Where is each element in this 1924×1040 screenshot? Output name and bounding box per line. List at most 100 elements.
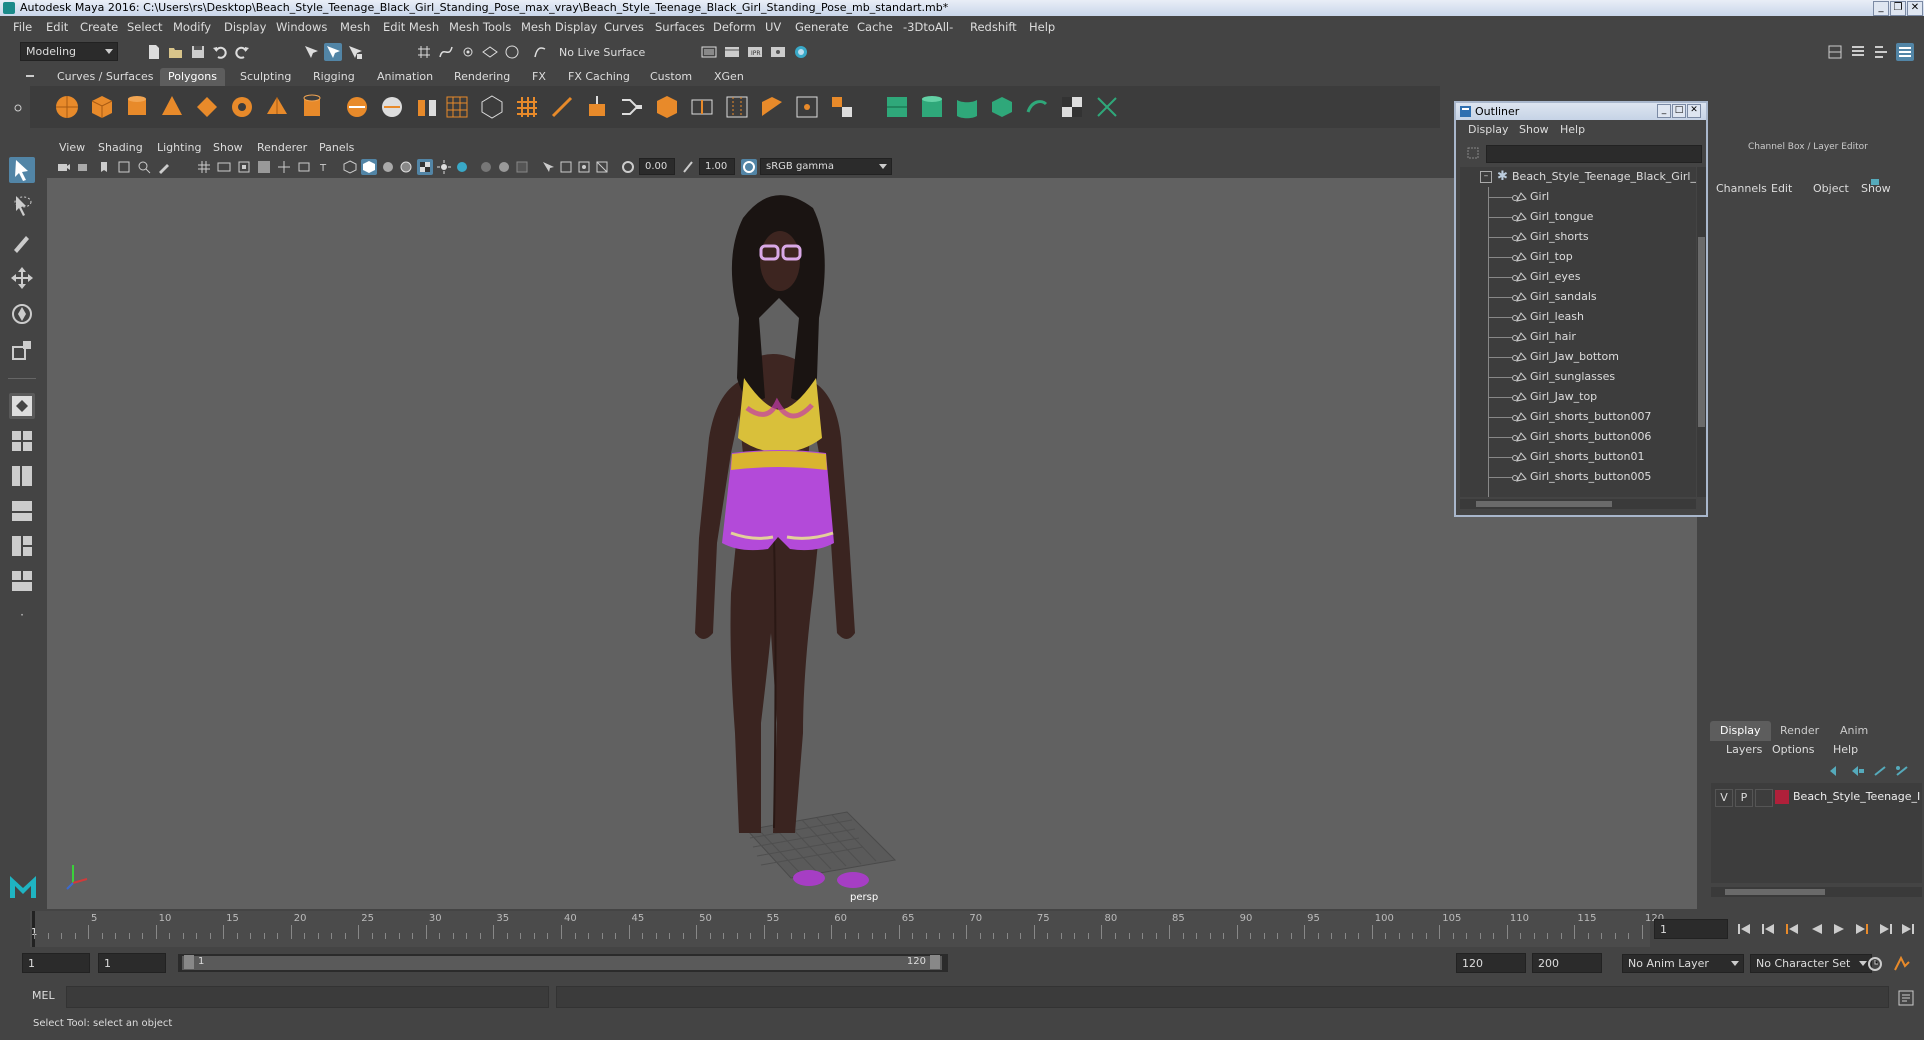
save-scene-icon[interactable] bbox=[189, 43, 207, 61]
play-backwards-icon[interactable] bbox=[1812, 924, 1822, 934]
channel-menu-object[interactable]: Object bbox=[1813, 182, 1849, 195]
layer-move-up-icon[interactable] bbox=[1828, 764, 1844, 778]
select-hierarchy-icon[interactable] bbox=[302, 43, 320, 61]
outliner-item[interactable]: Girl_shorts_button006 bbox=[1460, 427, 1696, 447]
menu-redshift[interactable]: Redshift bbox=[970, 20, 1017, 34]
auto-key-icon[interactable] bbox=[1867, 956, 1883, 972]
outliner-filter-icon[interactable] bbox=[1466, 146, 1480, 160]
snap-live-icon[interactable] bbox=[503, 43, 521, 61]
menu-edit-mesh[interactable]: Edit Mesh bbox=[383, 20, 439, 34]
layer-tab-anim[interactable]: Anim bbox=[1830, 721, 1878, 741]
poly-torus-icon[interactable] bbox=[229, 94, 255, 120]
uv-planar-icon[interactable] bbox=[884, 94, 910, 120]
animation-preferences-icon[interactable] bbox=[1893, 956, 1911, 972]
outliner-maximize-button[interactable]: □ bbox=[1672, 104, 1686, 118]
outliner-item[interactable]: Girl_leash bbox=[1460, 307, 1696, 327]
exposure-field[interactable]: 0.00 bbox=[639, 158, 675, 175]
menu-select[interactable]: Select bbox=[127, 20, 162, 34]
step-forward-icon[interactable] bbox=[1856, 924, 1868, 934]
restore-button[interactable]: ❐ bbox=[1890, 1, 1906, 16]
outliner-vertical-scrollbar[interactable] bbox=[1697, 167, 1706, 497]
outliner-close-button[interactable]: ✕ bbox=[1687, 104, 1701, 118]
layout-more-icon[interactable]: · bbox=[8, 608, 36, 626]
scrollbar-thumb[interactable] bbox=[1476, 501, 1612, 507]
tab-xgen[interactable]: XGen bbox=[706, 68, 752, 86]
outliner-item[interactable]: Girl_shorts bbox=[1460, 227, 1696, 247]
outliner-item[interactable]: Girl_shorts_button007 bbox=[1460, 407, 1696, 427]
channel-menu-show[interactable]: Show bbox=[1861, 182, 1891, 195]
animation-end-field[interactable]: 200 bbox=[1532, 953, 1602, 973]
menu-mesh-tools[interactable]: Mesh Tools bbox=[449, 20, 511, 34]
go-to-end-icon[interactable] bbox=[1902, 924, 1914, 934]
use-all-lights-icon[interactable] bbox=[437, 160, 451, 174]
poly-sphere-icon[interactable] bbox=[54, 94, 80, 120]
select-tool-icon[interactable] bbox=[9, 157, 35, 183]
outliner-menu-display[interactable]: Display bbox=[1468, 123, 1509, 136]
outliner-item[interactable]: Girl_hair bbox=[1460, 327, 1696, 347]
current-frame-field[interactable]: 1 bbox=[1654, 919, 1728, 939]
tab-animation[interactable]: Animation bbox=[369, 68, 441, 86]
mirror-icon[interactable] bbox=[479, 94, 505, 120]
outliner-item[interactable]: Girl_eyes bbox=[1460, 267, 1696, 287]
outliner-search-input[interactable] bbox=[1486, 145, 1702, 163]
poly-plane-icon[interactable] bbox=[194, 94, 220, 120]
panel-menu-shading[interactable]: Shading bbox=[98, 141, 143, 154]
menu-mesh[interactable]: Mesh bbox=[340, 20, 370, 34]
scrollbar-thumb[interactable] bbox=[1698, 237, 1705, 427]
menu-create[interactable]: Create bbox=[80, 20, 118, 34]
multisample-aa-icon[interactable] bbox=[515, 160, 529, 174]
bookmark-icon[interactable] bbox=[97, 160, 111, 174]
menu-curves[interactable]: Curves bbox=[604, 20, 644, 34]
channel-box-icon[interactable] bbox=[1896, 43, 1914, 61]
insert-edge-loop-icon[interactable] bbox=[689, 94, 715, 120]
tab-rendering[interactable]: Rendering bbox=[446, 68, 518, 86]
resolution-gate-icon[interactable] bbox=[237, 160, 251, 174]
safe-action-icon[interactable] bbox=[297, 160, 311, 174]
gamma-field[interactable]: 1.00 bbox=[699, 158, 735, 175]
uv-layout-icon[interactable] bbox=[9, 568, 35, 594]
rotate-tool-icon[interactable] bbox=[9, 301, 35, 327]
color-management-icon[interactable] bbox=[741, 159, 757, 175]
uv-cut-icon[interactable] bbox=[1094, 94, 1120, 120]
xray-joints-icon[interactable] bbox=[577, 160, 591, 174]
modeling-toolkit-icon[interactable] bbox=[1826, 43, 1844, 61]
append-polygon-icon[interactable] bbox=[759, 94, 785, 120]
merge-icon[interactable] bbox=[794, 94, 820, 120]
xray-components-icon[interactable] bbox=[595, 160, 609, 174]
live-surface-icon[interactable] bbox=[531, 43, 549, 61]
outliner-item[interactable]: Girl_sunglasses bbox=[1460, 367, 1696, 387]
snap-point-icon[interactable] bbox=[459, 43, 477, 61]
extrude-icon[interactable] bbox=[584, 94, 610, 120]
character-set-dropdown[interactable]: No Character Set bbox=[1750, 954, 1872, 973]
uv-spherical-icon[interactable] bbox=[954, 94, 980, 120]
hypershade-layout-icon[interactable] bbox=[9, 533, 35, 559]
exposure-icon[interactable] bbox=[621, 160, 635, 174]
bevel-icon[interactable] bbox=[654, 94, 680, 120]
menu-deform[interactable]: Deform bbox=[713, 20, 756, 34]
layer-color-swatch[interactable] bbox=[1775, 790, 1789, 804]
safe-title-icon[interactable]: T bbox=[317, 160, 331, 174]
image-plane-icon[interactable] bbox=[117, 160, 131, 174]
gate-mask-icon[interactable] bbox=[257, 160, 271, 174]
target-weld-icon[interactable] bbox=[829, 94, 855, 120]
move-tool-icon[interactable] bbox=[9, 265, 35, 291]
open-scene-icon[interactable] bbox=[167, 43, 185, 61]
tab-fx[interactable]: FX bbox=[524, 68, 554, 86]
multi-cut-icon[interactable] bbox=[549, 94, 575, 120]
outliner-item[interactable]: Girl_top bbox=[1460, 247, 1696, 267]
smooth-icon[interactable] bbox=[444, 94, 470, 120]
paint-select-tool-icon[interactable] bbox=[9, 229, 35, 255]
outliner-item[interactable]: Girl_Jaw_top bbox=[1460, 387, 1696, 407]
channel-menu-edit[interactable]: Edit bbox=[1771, 182, 1792, 195]
layer-playback-toggle[interactable]: P bbox=[1735, 789, 1753, 807]
script-language-toggle[interactable]: MEL bbox=[32, 989, 55, 1002]
poly-pyramid-icon[interactable] bbox=[264, 94, 290, 120]
panel-menu-renderer[interactable]: Renderer bbox=[257, 141, 307, 154]
animation-start-field[interactable]: 1 bbox=[22, 953, 90, 973]
close-button[interactable]: ✕ bbox=[1907, 1, 1923, 16]
layer-menu-help[interactable]: Help bbox=[1833, 743, 1858, 756]
layer-name[interactable]: Beach_Style_Teenage_I bbox=[1793, 790, 1920, 803]
field-chart-icon[interactable] bbox=[277, 160, 291, 174]
step-back-icon[interactable] bbox=[1786, 924, 1798, 934]
outliner-item[interactable]: Girl_sandals bbox=[1460, 287, 1696, 307]
